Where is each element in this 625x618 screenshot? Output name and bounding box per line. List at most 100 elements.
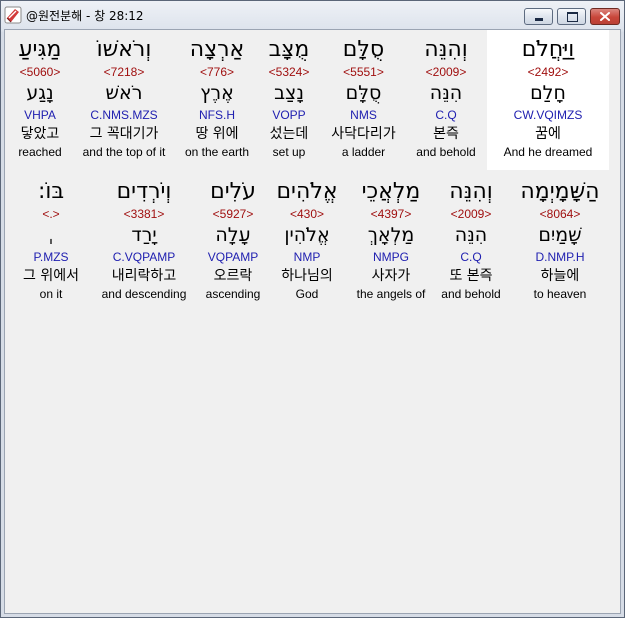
- english-gloss: and descending: [101, 287, 187, 301]
- word-cell[interactable]: אַרְצָה <776> אֶרֶץ NFS.H 땅 위에 on the earth: [178, 30, 256, 170]
- word-cell[interactable]: וְהִנֵּה <2009> הִנֵּה C.Q 또 본즉 and behold: [431, 172, 511, 312]
- korean-gloss: 본즉: [433, 126, 459, 142]
- word-cell[interactable]: מַגִּיעַ <5060> נָגַע VHPA 닿았고 reached: [10, 30, 70, 170]
- english-gloss: God: [295, 287, 319, 301]
- english-gloss: reached: [18, 145, 62, 159]
- parsing-code: D.NMP.H: [535, 250, 585, 264]
- strongs-number: <5551>: [343, 65, 384, 79]
- lemma-word: הִנֵּה: [429, 82, 463, 104]
- word-cell[interactable]: הַשָּׁמָיְמָה <8064> שָׁמַיִם D.NMP.H 하늘에 to …: [511, 172, 609, 312]
- parsing-code: P.MZS: [33, 250, 69, 264]
- minimize-button[interactable]: [524, 8, 553, 25]
- hebrew-word: מַלְאֲכֵי: [361, 179, 421, 204]
- korean-gloss: 섰는데: [269, 126, 309, 142]
- app-icon[interactable]: [4, 6, 22, 24]
- word-cell[interactable]: עֹלִים <5927> עָלָה VQPAMP 오르락 ascending: [203, 172, 263, 312]
- lemma-word: נָגַע: [26, 82, 54, 104]
- hebrew-word: וְהִנֵּה: [449, 179, 493, 204]
- close-button[interactable]: [590, 8, 620, 25]
- hebrew-word: הַשָּׁמָיְמָה: [520, 179, 600, 204]
- maximize-icon: [567, 12, 578, 22]
- english-gloss: on it: [39, 287, 63, 301]
- english-gloss: and the top of it: [82, 145, 166, 159]
- window-title: @원전분해 - 창 28:12: [26, 9, 144, 23]
- strongs-number: <2009>: [450, 207, 492, 221]
- korean-gloss: 또 본즉: [449, 268, 493, 284]
- parsing-code: NFS.H: [199, 108, 235, 122]
- app-window: @원전분해 - 창 28:12 וַיַּחֲלֹם <2492> חָלַם CW.…: [0, 0, 625, 618]
- word-cell[interactable]: סֻלָּם <5551> סֻלָּם NMS 사닥다리가 a ladder: [322, 30, 405, 170]
- english-gloss: and behold: [441, 287, 501, 301]
- korean-gloss: 꿈에: [535, 126, 561, 142]
- title-bar[interactable]: @원전분해 - 창 28:12: [1, 1, 624, 29]
- word-cell[interactable]: מַלְאֲכֵי <4397> מַלְאָךְ NMPG 사자가 the angels…: [351, 172, 431, 312]
- lemma-word: עָלָה: [215, 224, 251, 246]
- english-gloss: and behold: [416, 145, 476, 159]
- strongs-number: <5324>: [268, 65, 310, 79]
- strongs-number: <3381>: [123, 207, 165, 221]
- lemma-word: שָׁמַיִם: [538, 224, 582, 246]
- strongs-number: <430>: [289, 207, 325, 221]
- strongs-number: <5927>: [212, 207, 254, 221]
- parsing-code: NMP: [293, 250, 321, 264]
- strongs-number: <2492>: [527, 65, 569, 79]
- lemma-word: יָרַד: [131, 224, 157, 246]
- word-cell[interactable]: מֻצָּב <5324> נָצַב VOPP 섰는데 set up: [256, 30, 322, 170]
- lemma-word: חָלַם: [530, 82, 566, 104]
- english-gloss: And he dreamed: [503, 145, 593, 159]
- english-gloss: to heaven: [533, 287, 587, 301]
- maximize-button[interactable]: [557, 8, 586, 25]
- word-cell[interactable]: וְרֹאשׁוֹ <7218> רֹאשׁ C.NMS.MZS 그 꼭대기가 and t…: [70, 30, 178, 170]
- korean-gloss: 땅 위에: [195, 126, 239, 142]
- korean-gloss: 그 위에서: [23, 268, 79, 284]
- word-cell[interactable]: וְהִנֵּה <2009> הִנֵּה C.Q 본즉 and behold: [405, 30, 487, 170]
- strongs-number: <5060>: [19, 65, 61, 79]
- hebrew-word: בּוֹ:: [37, 179, 65, 204]
- hebrew-word: וְהִנֵּה: [424, 37, 468, 62]
- close-icon: [600, 12, 610, 21]
- parsing-code: NMS: [350, 108, 377, 122]
- strongs-number: <776>: [199, 65, 235, 79]
- lemma-word: סֻלָּם: [345, 82, 382, 104]
- parsing-code: C.NMS.MZS: [90, 108, 158, 122]
- lemma-word: הִנֵּה: [454, 224, 488, 246]
- parsing-code: VOPP: [272, 108, 306, 122]
- parsing-code: C.Q: [435, 108, 457, 122]
- parsing-code: C.Q: [460, 250, 482, 264]
- korean-gloss: 사자가: [371, 268, 411, 284]
- hebrew-word: אַרְצָה: [189, 37, 245, 62]
- hebrew-word: וַיַּחֲלֹם: [521, 37, 575, 62]
- english-gloss: the angels of: [356, 287, 426, 301]
- strongs-number: <8064>: [539, 207, 581, 221]
- korean-gloss: 하나님의: [281, 268, 333, 284]
- hebrew-word: מֻצָּב: [268, 37, 310, 62]
- lemma-word: נָצַב: [274, 82, 304, 104]
- hebrew-word: אֱלֹהִים: [276, 179, 338, 204]
- parsing-code: NMPG: [373, 250, 409, 264]
- minimize-icon: [535, 18, 543, 21]
- strongs-number: <7218>: [103, 65, 145, 79]
- word-cell[interactable]: בּוֹ: <.> ˌ P.MZS 그 위에서 on it: [17, 172, 85, 312]
- verse-row: וַיַּחֲלֹם <2492> חָלַם CW.VQIMZS 꿈에 And he d…: [10, 30, 609, 172]
- parsing-code: C.VQPAMP: [112, 250, 176, 264]
- korean-gloss: 닿았고: [20, 126, 60, 142]
- korean-gloss: 사닥다리가: [331, 126, 396, 142]
- strongs-number: <4397>: [370, 207, 412, 221]
- korean-gloss: 내리락하고: [111, 268, 177, 284]
- verse-row: הַשָּׁמָיְמָה <8064> שָׁמַיִם D.NMP.H 하늘에 to …: [17, 172, 609, 314]
- word-cell[interactable]: אֱלֹהִים <430> אֱלֹהִין NMP 하나님의 God: [263, 172, 351, 312]
- parsing-code: CW.VQIMZS: [513, 108, 583, 122]
- lemma-word: רֹאשׁ: [105, 82, 143, 104]
- korean-gloss: 하늘에: [540, 268, 580, 284]
- lemma-word: ˌ: [48, 224, 54, 246]
- word-cell-selected[interactable]: וַיַּחֲלֹם <2492> חָלַם CW.VQIMZS 꿈에 And he d…: [487, 30, 609, 170]
- lemma-word: מַלְאָךְ: [367, 224, 415, 246]
- strongs-number: <.>: [42, 207, 60, 221]
- lemma-word: אֱלֹהִין: [284, 224, 330, 246]
- korean-gloss: 오르락: [213, 268, 253, 284]
- interlinear-panel: וַיַּחֲלֹם <2492> חָלַם CW.VQIMZS 꿈에 And he d…: [4, 29, 621, 614]
- strongs-number: <2009>: [425, 65, 467, 79]
- word-cell[interactable]: וְיֹרְדִים <3381> יָרַד C.VQPAMP 내리락하고 and de…: [85, 172, 203, 312]
- hebrew-word: וְיֹרְדִים: [116, 179, 172, 204]
- hebrew-word: עֹלִים: [210, 179, 256, 204]
